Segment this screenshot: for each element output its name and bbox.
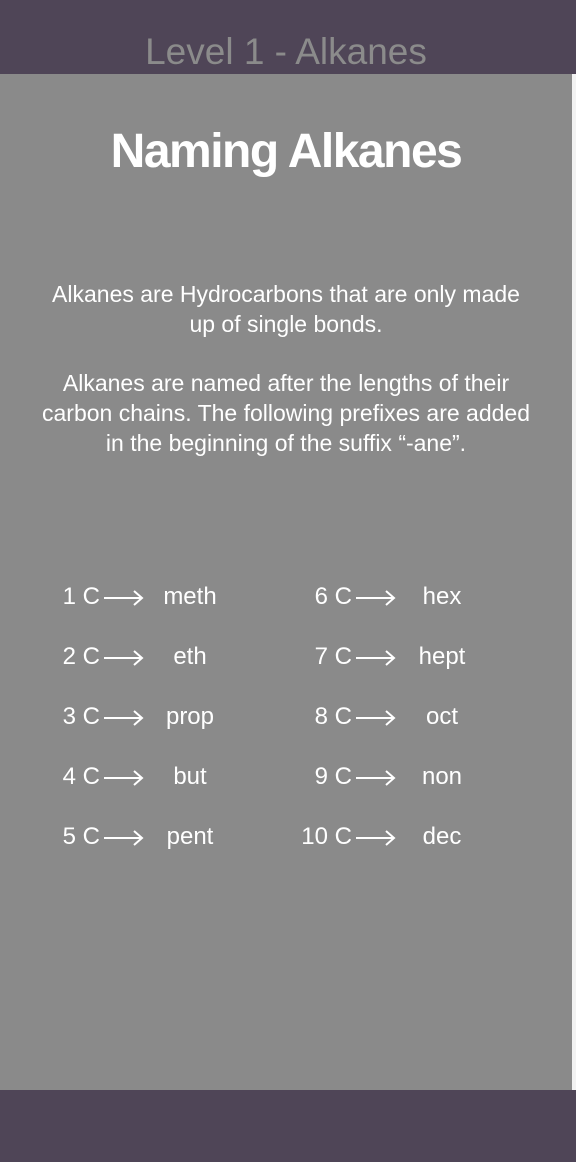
prefix-row-9: 9 C non <box>300 757 500 797</box>
prefix-name: non <box>421 763 463 790</box>
bottom-bar <box>0 1090 576 1162</box>
right-arrow-icon <box>356 650 396 666</box>
prefix-name: prop <box>165 703 215 730</box>
prefix-row-2: 2 C eth <box>48 637 248 677</box>
right-arrow-icon <box>356 770 396 786</box>
right-arrow-icon <box>104 650 144 666</box>
right-arrow-icon <box>356 710 396 726</box>
lesson-page: Level 1 - Alkanes Naming Alkanes Alkanes… <box>0 0 576 1162</box>
prefix-row-8: 8 C oct <box>300 697 500 737</box>
right-arrow-icon <box>356 590 396 606</box>
carbon-count: 4 C <box>62 763 100 790</box>
carbon-count: 6 C <box>314 583 352 610</box>
carbon-count: 1 C <box>62 583 100 610</box>
prefix-row-5: 5 C pent <box>48 817 248 857</box>
prefix-row-3: 3 C prop <box>48 697 248 737</box>
right-arrow-icon <box>104 710 144 726</box>
prefix-name: hex <box>422 583 462 610</box>
carbon-count: 5 C <box>62 823 100 850</box>
prefix-name: oct <box>425 703 458 730</box>
prefix-name: meth <box>163 583 217 610</box>
carbon-count: 9 C <box>314 763 352 790</box>
content-edge-divider <box>572 74 576 1090</box>
prefix-name: eth <box>173 643 207 670</box>
carbon-count: 7 C <box>314 643 352 670</box>
page-title: Naming Alkanes <box>110 125 463 178</box>
prefix-row-10: 10 C dec <box>300 817 500 857</box>
prefix-row-7: 7 C hept <box>300 637 500 677</box>
carbon-count: 3 C <box>62 703 100 730</box>
prefix-row-4: 4 C but <box>48 757 248 797</box>
right-arrow-icon <box>356 830 396 846</box>
right-arrow-icon <box>104 830 144 846</box>
carbon-count: 10 C <box>301 823 352 850</box>
prefix-name: pent <box>166 823 214 850</box>
prefix-name: dec <box>422 823 462 850</box>
carbon-count: 8 C <box>314 703 352 730</box>
prefix-name: but <box>173 763 207 790</box>
right-arrow-icon <box>104 770 144 786</box>
right-arrow-icon <box>104 590 144 606</box>
intro-paragraph: Alkanes are Hydrocarbons that are only m… <box>52 281 520 337</box>
prefix-row-6: 6 C hex <box>300 577 500 617</box>
level-title: Level 1 - Alkanes <box>145 31 427 72</box>
prefix-name: hept <box>418 643 466 670</box>
carbon-count: 2 C <box>62 643 100 670</box>
prefix-row-1: 1 C meth <box>48 577 248 617</box>
naming-paragraph: Alkanes are named after the lengths of t… <box>42 370 530 456</box>
